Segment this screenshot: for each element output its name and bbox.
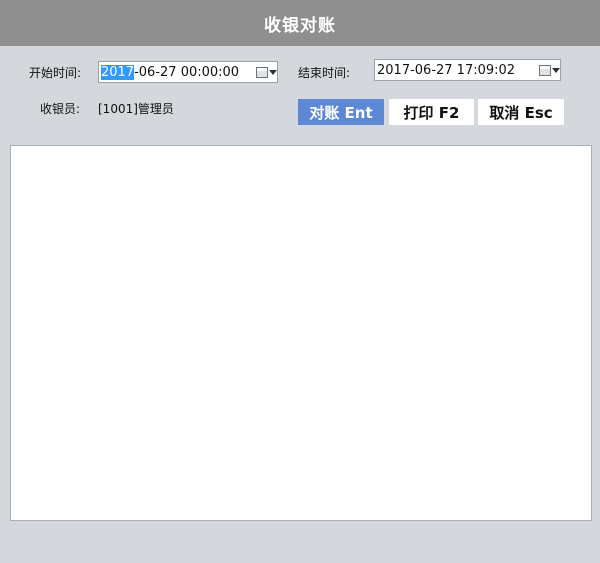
cashier-value: [1001]管理员 — [98, 102, 174, 116]
cashier-reconciliation-window: 收银对账 开始时间: 2017 -06-27 00:00:00 结束时间: 201… — [0, 0, 600, 563]
start-time-label: 开始时间: — [29, 66, 82, 80]
end-time-label: 结束时间: — [298, 66, 351, 80]
reconciliation-results-panel — [10, 145, 592, 521]
cancel-button[interactable]: 取消 Esc — [478, 99, 564, 125]
reconcile-button[interactable]: 对账 Ent — [298, 99, 384, 125]
chevron-down-icon — [268, 69, 277, 75]
end-time-calendar-button[interactable] — [538, 60, 560, 80]
start-time-selected-year: 2017 — [101, 64, 135, 80]
end-time-value[interactable]: 2017-06-27 17:09:02 — [375, 63, 538, 78]
window-title-bar: 收银对账 — [0, 0, 600, 46]
start-time-rest: -06-27 00:00:00 — [134, 64, 240, 80]
cashier-label: 收银员: — [40, 102, 81, 116]
print-button[interactable]: 打印 F2 — [389, 99, 474, 125]
start-time-field[interactable]: 2017 -06-27 00:00:00 — [98, 61, 278, 83]
end-time-field[interactable]: 2017-06-27 17:09:02 — [374, 59, 561, 81]
start-time-value[interactable]: 2017 -06-27 00:00:00 — [99, 64, 255, 80]
start-time-calendar-button[interactable] — [255, 62, 277, 82]
chevron-down-icon — [551, 67, 560, 73]
calendar-icon — [255, 66, 268, 78]
calendar-icon — [538, 64, 551, 76]
window-title: 收银对账 — [264, 15, 336, 36]
